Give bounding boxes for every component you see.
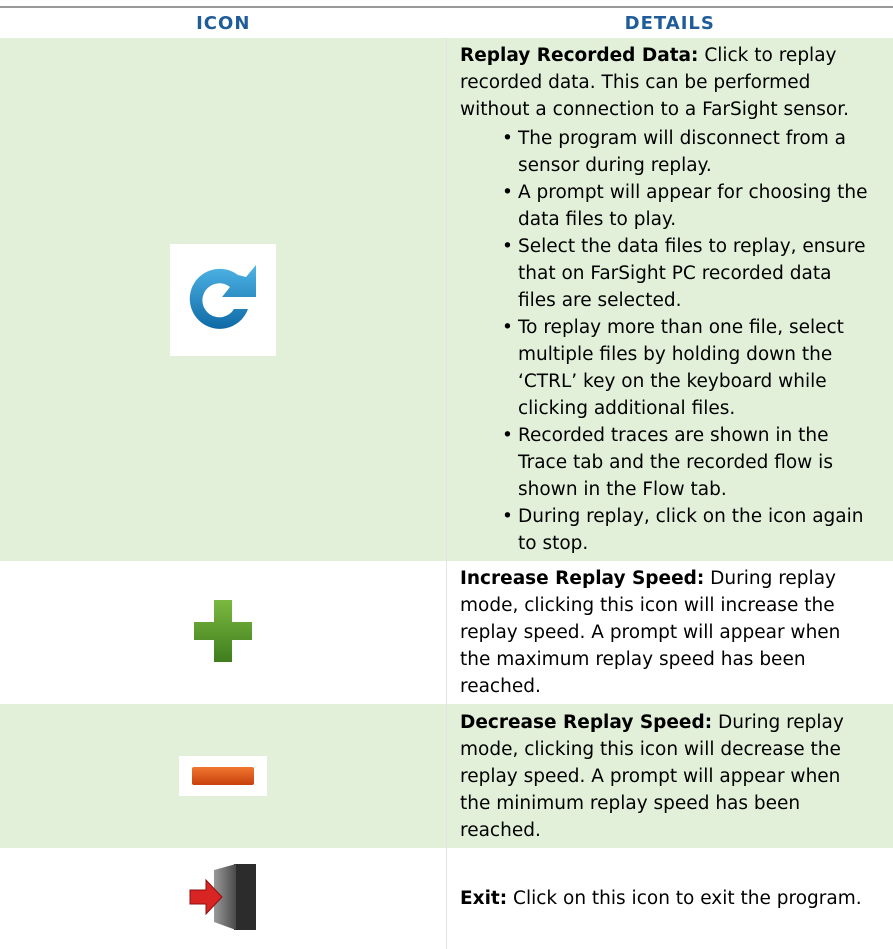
details-cell-decrease: Decrease Replay Speed: During replay mod…: [447, 704, 893, 848]
row-text: Click on this icon to exit the program.: [507, 888, 861, 909]
table-row-increase: Increase Replay Speed: During replay mod…: [0, 561, 893, 704]
decrease-description: Decrease Replay Speed: During replay mod…: [460, 709, 873, 844]
details-cell-increase: Increase Replay Speed: During replay mod…: [447, 561, 893, 704]
list-item: •A prompt will appear for choosing the d…: [502, 179, 873, 233]
document-page: ICON DETAILS: [0, 0, 893, 872]
row-title: Increase Replay Speed:: [460, 568, 704, 589]
row-title: Decrease Replay Speed:: [460, 712, 712, 733]
icon-cell-exit: [0, 848, 447, 949]
replay-bullet-list: •The program will disconnect from a sens…: [460, 125, 873, 557]
table-row-decrease: Decrease Replay Speed: During replay mod…: [0, 704, 893, 848]
replay-arrow-icon: [170, 244, 276, 356]
table-row-exit: Exit: Click on this icon to exit the pro…: [0, 848, 893, 949]
list-item: •To replay more than one file, select mu…: [502, 314, 873, 422]
exit-description: Exit: Click on this icon to exit the pro…: [460, 885, 873, 912]
list-item: •Recorded traces are shown in the Trace …: [502, 422, 873, 503]
icon-column-header: ICON: [0, 8, 447, 38]
minus-icon: [179, 756, 267, 796]
increase-description: Increase Replay Speed: During replay mod…: [460, 565, 873, 700]
plus-icon: [192, 598, 254, 664]
replay-description: Replay Recorded Data: Click to replay re…: [460, 42, 873, 123]
icon-cell-replay: [0, 38, 447, 561]
exit-door-icon: [186, 860, 260, 934]
table-row-replay: Replay Recorded Data: Click to replay re…: [0, 38, 893, 561]
list-item: •During replay, click on the icon again …: [502, 503, 873, 557]
icon-details-table: ICON DETAILS: [0, 8, 893, 949]
icon-cell-increase: [0, 561, 447, 704]
details-cell-replay: Replay Recorded Data: Click to replay re…: [447, 38, 893, 561]
header-row: ICON DETAILS: [0, 8, 893, 38]
list-item: •The program will disconnect from a sens…: [502, 125, 873, 179]
details-cell-exit: Exit: Click on this icon to exit the pro…: [447, 848, 893, 949]
row-title: Exit:: [460, 888, 507, 909]
row-title: Replay Recorded Data:: [460, 45, 698, 66]
list-item: •Select the data files to replay, ensure…: [502, 233, 873, 314]
icon-cell-decrease: [0, 704, 447, 848]
details-column-header: DETAILS: [447, 8, 893, 38]
